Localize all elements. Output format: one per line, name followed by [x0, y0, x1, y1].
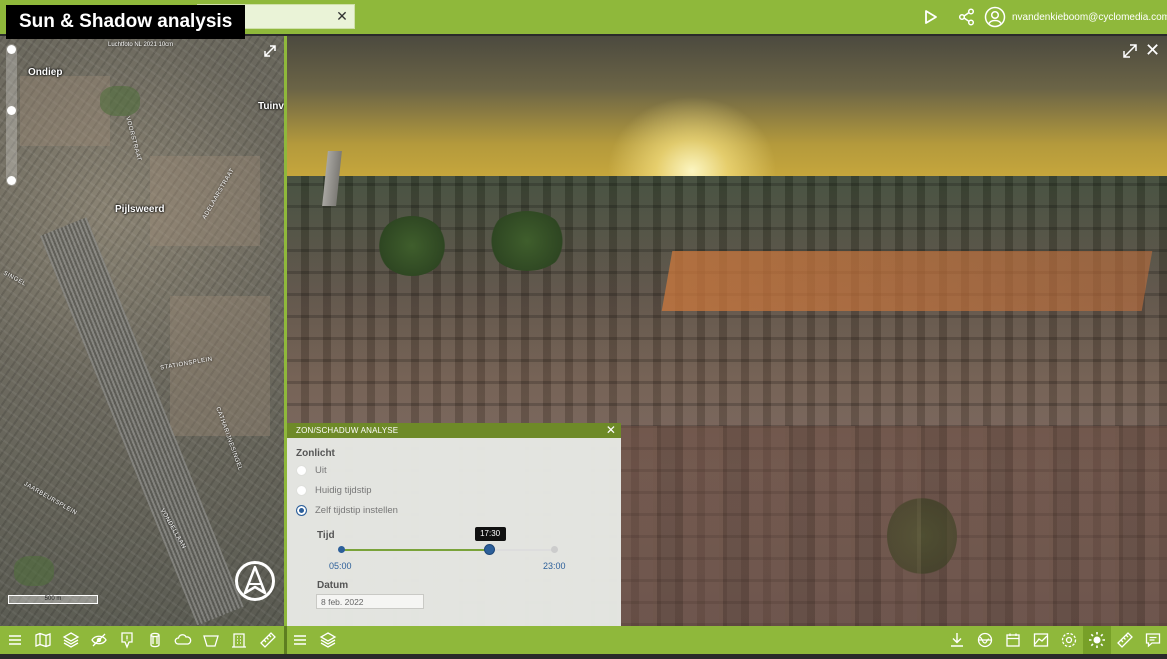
download-icon[interactable]: [948, 631, 966, 649]
ruler-icon[interactable]: [1116, 631, 1134, 649]
panel-header: ZON/SCHADUW ANALYSE ✕: [287, 423, 621, 438]
slider-min-label: 05:00: [329, 561, 352, 571]
zonlicht-label: Zonlicht: [296, 448, 335, 459]
chart-icon[interactable]: [1032, 631, 1050, 649]
fullscreen-icon[interactable]: [1122, 43, 1138, 59]
marker-icon[interactable]: [118, 631, 136, 649]
time-slider-fill: [341, 549, 490, 551]
sun-icon: [1089, 632, 1105, 648]
menu-icon[interactable]: [291, 631, 309, 649]
layers-icon[interactable]: [62, 631, 80, 649]
radio-button[interactable]: [296, 464, 307, 476]
slider-max-label: 23:00: [543, 561, 566, 571]
zoom-in-button[interactable]: [7, 45, 16, 54]
toolbar-separator: [284, 626, 287, 654]
sun-shadow-panel: ZON/SCHADUW ANALYSE ✕ Zonlicht Uit Huidi…: [287, 423, 621, 626]
time-slider[interactable]: [338, 544, 558, 555]
expand-icon[interactable]: [263, 44, 277, 58]
radio-option-huidig-tijdstip[interactable]: Huidig tijdstip: [296, 483, 372, 497]
zoom-slider[interactable]: [6, 44, 17, 186]
radio-option-zelf-tijdstip[interactable]: Zelf tijdstip instellen: [296, 503, 398, 517]
area-icon[interactable]: [202, 631, 220, 649]
datum-label: Datum: [317, 580, 349, 591]
map-park: [100, 86, 140, 116]
comment-icon[interactable]: [1144, 631, 1162, 649]
play-icon[interactable]: [920, 7, 940, 27]
layers-icon[interactable]: [319, 631, 337, 649]
slider-start-dot: [338, 546, 345, 553]
user-menu[interactable]: nvandenkieboom@cyclomedia.com ▾: [984, 5, 1167, 29]
map-attribution: Luchtfoto NL 2021 10cm: [108, 42, 174, 48]
sunlit-roofs: [661, 251, 1153, 311]
share-icon[interactable]: [957, 7, 977, 27]
date-field[interactable]: [316, 594, 424, 609]
user-avatar-icon: [984, 6, 1006, 28]
cylinder-icon[interactable]: [146, 631, 164, 649]
map-street-label: VOORSTRAAT: [124, 116, 142, 162]
globe-icon[interactable]: [976, 631, 994, 649]
user-name: nvandenkieboom@cyclomedia.com: [1012, 11, 1167, 23]
tree: [377, 216, 447, 276]
close-3d-view-button[interactable]: ✕: [1145, 41, 1161, 59]
map-street-label: JAARBEURSPLEIN: [22, 481, 78, 517]
radio-label: Huidig tijdstip: [315, 484, 372, 496]
tree: [487, 211, 567, 271]
bottom-toolbar: [0, 626, 1167, 654]
radio-button[interactable]: [296, 484, 307, 496]
calendar-icon[interactable]: [1004, 631, 1022, 649]
map-place-label: Tuinv: [258, 101, 284, 112]
north-arrow-icon[interactable]: [234, 560, 276, 602]
settings-icon[interactable]: [1060, 631, 1078, 649]
map-area: [150, 156, 260, 246]
map-area: [20, 76, 110, 146]
panel-close-button[interactable]: ✕: [605, 423, 617, 438]
search-clear-button[interactable]: ✕: [336, 9, 348, 23]
map-street-label: SINGEL: [2, 270, 27, 288]
time-tooltip: 17:30: [474, 527, 506, 541]
sun-shadow-tool-button[interactable]: [1083, 626, 1111, 654]
radio-label: Zelf tijdstip instellen: [315, 504, 398, 516]
building-icon[interactable]: [230, 631, 248, 649]
tijd-label: Tijd: [317, 530, 335, 541]
time-slider-handle[interactable]: [483, 544, 495, 555]
ruler-icon[interactable]: [259, 631, 277, 649]
map-park: [14, 556, 54, 586]
panel-title: ZON/SCHADUW ANALYSE: [296, 426, 399, 435]
menu-icon[interactable]: [6, 631, 24, 649]
map-scale-bar: 500 m: [8, 595, 98, 604]
map-icon[interactable]: [34, 631, 52, 649]
radio-button-selected[interactable]: [296, 504, 307, 516]
map-place-label: Ondiep: [28, 67, 63, 78]
visibility-icon[interactable]: [90, 631, 108, 649]
radio-option-uit[interactable]: Uit: [296, 463, 327, 477]
map-2d[interactable]: Luchtfoto NL 2021 10cm Ondiep Pijlsweerd…: [0, 36, 284, 626]
radio-label: Uit: [315, 464, 327, 476]
map-place-label: Pijlsweerd: [115, 204, 165, 215]
cloud-icon[interactable]: [174, 631, 192, 649]
zoom-handle[interactable]: [7, 106, 16, 115]
slider-end-dot: [551, 546, 558, 553]
top-bar: Sun & Shadow analysis ✕ nvandenkieboom@c…: [0, 0, 1167, 39]
zoom-out-button[interactable]: [7, 176, 16, 185]
title-banner: Sun & Shadow analysis: [6, 5, 246, 39]
